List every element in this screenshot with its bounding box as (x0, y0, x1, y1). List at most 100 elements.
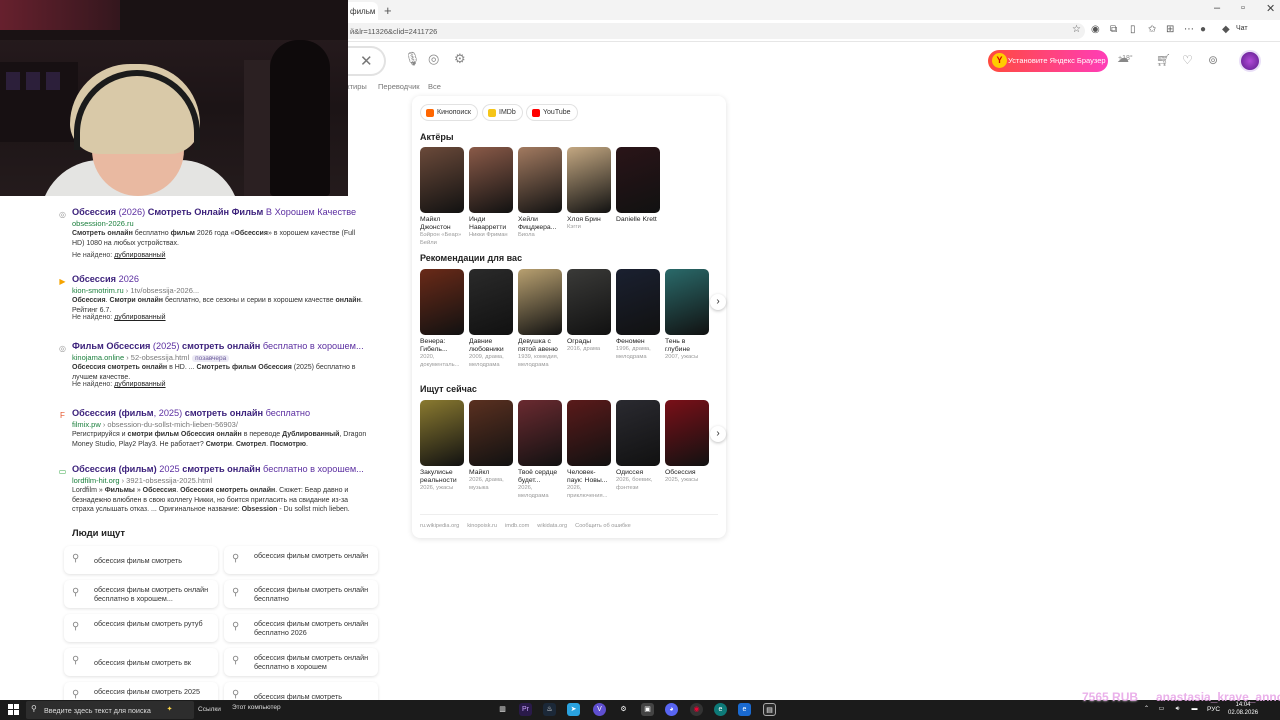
premiere-icon[interactable]: Pr (519, 703, 532, 716)
actor-card[interactable]: Майкл Джонстон Бэйрон «Беар» Бейли (420, 147, 464, 247)
volume-icon[interactable]: 🔊︎ (1171, 703, 1184, 716)
notepad-icon[interactable]: ▤ (763, 703, 776, 716)
people-search-chip[interactable]: ⚲ обсессия фильм смотреть онлайн бесплатн… (224, 580, 378, 608)
result-title-link[interactable]: Фильм Обсессия (2025) смотреть онлайн бе… (72, 341, 372, 351)
profile-icon[interactable]: ● (1200, 24, 1206, 35)
minimize-button[interactable]: – (1214, 2, 1220, 14)
trending-movie-card[interactable]: Твоё сердце будет... 2026, мелодрама (518, 400, 562, 500)
result-url[interactable]: obsession-2026.ru (72, 219, 134, 228)
avatar[interactable] (1239, 50, 1261, 72)
obs-icon[interactable]: ◉ (690, 703, 703, 716)
people-search-chip[interactable]: ⚲ обсессия фильм смотреть вк (64, 648, 218, 676)
taskbar-links[interactable]: Ссылки (198, 706, 221, 713)
people-search-chip[interactable]: ⚲ обсессия фильм смотреть онлайн бесплатн… (64, 580, 218, 608)
actor-card[interactable]: Хлоя Брин Кэгги (567, 147, 611, 232)
movie-card[interactable]: Феномен 1996, драма, мелодрама (616, 269, 660, 361)
people-search-chip[interactable]: ⚲ обсессия фильм смотреть онлайн (224, 546, 378, 574)
result-url[interactable]: lordfilm-hit.org › 3921-obsessija-2025.h… (72, 476, 212, 485)
services-icon[interactable]: ⊚ (1208, 53, 1218, 67)
network-icon[interactable]: ▭ (1155, 703, 1168, 716)
tab-translator[interactable]: Переводчик (378, 82, 420, 91)
windows-start-icon[interactable] (8, 704, 19, 715)
result-domain: filmix.pw (72, 420, 101, 429)
result-title-link[interactable]: Обсессия (2026) Смотреть Онлайн Фильм В … (72, 207, 372, 217)
trending-next-arrow-icon[interactable]: › (710, 426, 726, 442)
settings-sliders-icon[interactable]: ⚙︎ (454, 51, 466, 67)
install-browser-button[interactable]: Y Установите Яндекс Браузер (988, 50, 1108, 72)
favorites-icon[interactable]: ✩ (1148, 24, 1156, 35)
edge-dev-icon[interactable]: e (738, 703, 751, 716)
source-imdb-button[interactable]: IMDb (482, 104, 523, 121)
not-found-word[interactable]: дублированный (114, 314, 165, 321)
task-view-icon[interactable]: ▥ (496, 703, 509, 716)
sparkle-icon[interactable]: ✦ (163, 703, 176, 716)
url-field[interactable]: й&lr=11326&clid=2411726 (340, 23, 1085, 39)
source-youtube-button[interactable]: YouTube (526, 104, 578, 121)
actor-card[interactable]: Danielle Krett (616, 147, 660, 224)
result-title-link[interactable]: Обсессия 2026 (72, 274, 372, 284)
trending-movie-card[interactable]: Одиссея 2026, боевик, фэнтези (616, 400, 660, 492)
chip-label: обсессия фильм смотреть рутуб (94, 619, 203, 628)
extension-icon[interactable]: ◉ (1091, 24, 1100, 35)
copilot-label[interactable]: Чат (1236, 25, 1248, 32)
footer-link[interactable]: ru.wikipedia.org (420, 523, 459, 529)
telegram-icon[interactable]: ➤ (567, 703, 580, 716)
battery-icon[interactable]: ▬ (1188, 703, 1201, 716)
trending-movie-card[interactable]: Человек-паук: Новы... 2026, приключения..… (567, 400, 611, 500)
movie-card[interactable]: Венера: Гибель... 2020, документаль... (420, 269, 464, 369)
result-url[interactable]: kion-smotrim.ru › 1tv/obsessija-2026... (72, 286, 199, 295)
discord-icon[interactable]: ◕ (665, 703, 678, 716)
people-search-chip[interactable]: ⚲ обсессия фильм смотреть онлайн бесплатн… (224, 614, 378, 642)
camera-search-icon[interactable]: ◎ (428, 51, 439, 67)
movie-card[interactable]: Ограды 2016, драма (567, 269, 611, 354)
people-search-chip[interactable]: ⚲ обсессия фильм смотреть онлайн бесплатн… (224, 648, 378, 676)
result-title-link[interactable]: Обсессия (фильм) 2025 смотреть онлайн бе… (72, 464, 372, 474)
this-pc-button[interactable]: Этот компьютер (224, 704, 281, 711)
footer-link[interactable]: imdb.com (505, 523, 529, 529)
cart-icon[interactable]: 🛒︎ (1156, 53, 1171, 67)
app-icon[interactable]: ▣ (641, 703, 654, 716)
movie-card[interactable]: Тень в глубине 2007, ужасы (665, 269, 709, 362)
movie-card[interactable]: Девушка с пятой авеню 1939, комедия, мело… (518, 269, 562, 369)
edge-icon[interactable]: e (714, 703, 727, 716)
puzzle-icon[interactable]: ⧉ (1110, 24, 1117, 35)
result-title-link[interactable]: Обсессия (фильм, 2025) смотреть онлайн б… (72, 408, 372, 418)
trending-movie-card[interactable]: Закулисье реальности 2026, ужасы (420, 400, 464, 493)
microphone-icon[interactable]: 🎙︎ (404, 51, 421, 67)
weather-temp[interactable]: +18° (1118, 55, 1133, 62)
maximize-button[interactable]: ▫ (1241, 2, 1245, 14)
clear-search-icon[interactable]: ✕ (360, 52, 373, 70)
movie-card[interactable]: Давние любовники 2009, драма, мелодрама (469, 269, 513, 369)
recs-next-arrow-icon[interactable]: › (710, 294, 726, 310)
source-kinopoisk-button[interactable]: Кинопоиск (420, 104, 478, 121)
settings-icon[interactable]: ⚙ (617, 703, 630, 716)
copilot-logo-icon[interactable]: ◆ (1222, 24, 1230, 35)
result-path: › 3921-obsessija-2025.html (119, 476, 213, 485)
more-icon[interactable]: ⋯ (1184, 24, 1194, 35)
not-found-word[interactable]: дублированный (114, 252, 165, 259)
footer-link[interactable]: wikidata.org (537, 523, 567, 529)
footer-link[interactable]: kinopoisk.ru (467, 523, 497, 529)
language-indicator[interactable]: РУС (1207, 706, 1220, 713)
close-window-button[interactable]: ✕ (1266, 2, 1275, 15)
new-tab-button[interactable]: + (384, 3, 392, 18)
actor-card[interactable]: Инди Наварретти Никки Фриман (469, 147, 513, 240)
tray-chevron-icon[interactable]: ⌃ (1140, 703, 1153, 716)
steam-icon[interactable]: ♨ (543, 703, 556, 716)
split-screen-icon[interactable]: ▯ (1130, 24, 1136, 35)
footer-link[interactable]: Сообщить об ошибке (575, 523, 631, 529)
favorite-star-icon[interactable]: ☆ (1072, 24, 1081, 35)
actor-card[interactable]: Хейли Фицджера... Биола (518, 147, 562, 240)
clock[interactable]: 14:04 02.08.2026 (1228, 702, 1258, 717)
people-search-chip[interactable]: ⚲ обсессия фильм смотреть рутуб (64, 614, 218, 642)
result-url[interactable]: kinojama.online › 52-obsessija.html позав… (72, 353, 230, 362)
not-found-word[interactable]: дублированный (114, 381, 165, 388)
result-url[interactable]: filmix.pw › obsession-du-sollst-mich-lie… (72, 420, 238, 429)
people-search-chip[interactable]: ⚲ обсессия фильм смотреть (64, 546, 218, 574)
collections-icon[interactable]: ⊞ (1166, 24, 1174, 35)
tab-all[interactable]: Все (428, 82, 441, 91)
trending-movie-card[interactable]: Майкл 2026, драма, музыка (469, 400, 513, 492)
trending-movie-card[interactable]: Обсессия 2025, ужасы (665, 400, 709, 485)
vpn-icon[interactable]: V (593, 703, 606, 716)
heart-icon[interactable]: ♡ (1182, 53, 1193, 67)
